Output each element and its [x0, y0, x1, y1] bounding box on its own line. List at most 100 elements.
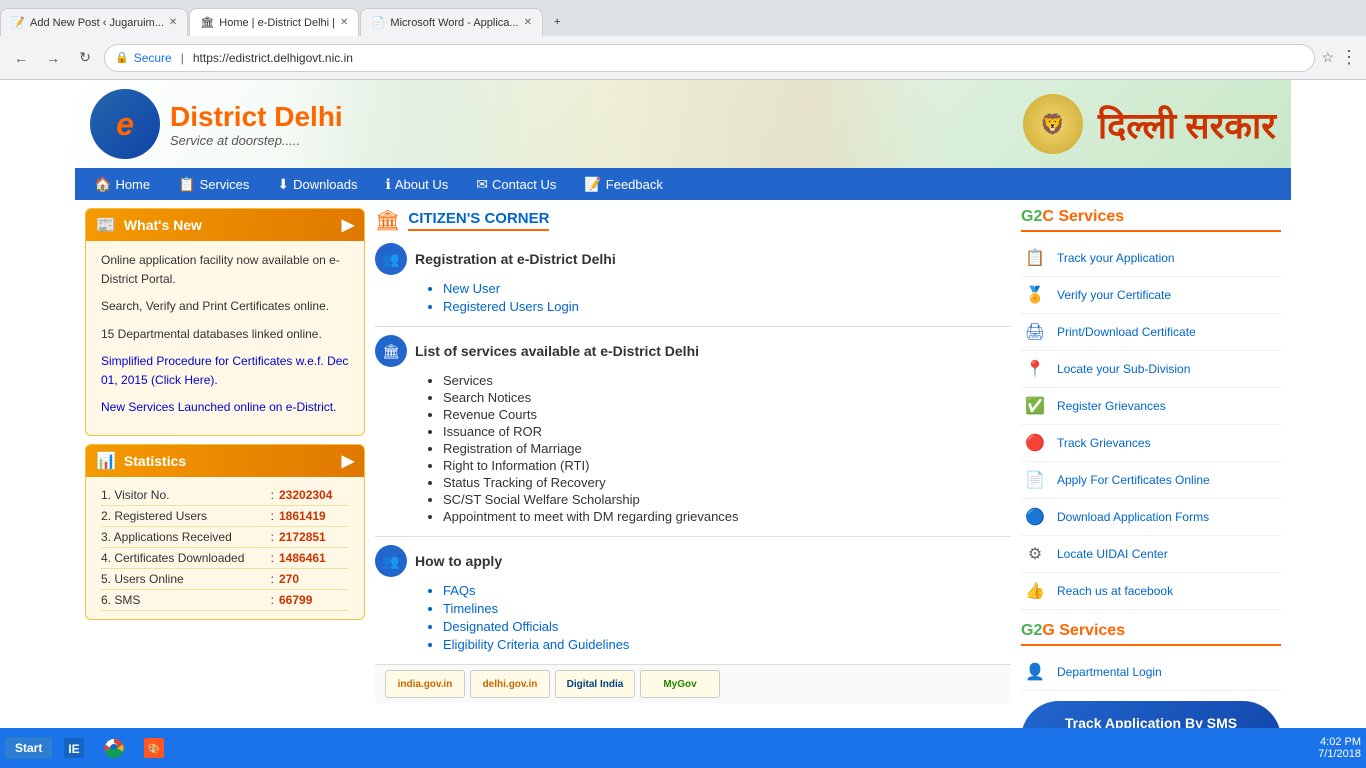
service-link-8[interactable]: SC/ST Social Welfare Scholarship [443, 492, 1011, 507]
tab-favicon-edistrict: 🏛 [200, 16, 214, 30]
g2c-download-forms[interactable]: 🔵 Download Application Forms [1021, 499, 1281, 536]
service-link-1[interactable]: Services [443, 373, 1011, 388]
taskbar-chrome[interactable] [96, 730, 132, 766]
g2c-header: G2C Services [1021, 208, 1281, 232]
header-left: e District Delhi Service at doorstep....… [90, 89, 343, 159]
stat-applications-value: 2172851 [279, 530, 349, 544]
tab-edistrict[interactable]: 🏛 Home | e-District Delhi | ✕ [189, 8, 359, 36]
service-link-4[interactable]: Issuance of ROR [443, 424, 1011, 439]
tab-new[interactable]: + [544, 8, 584, 36]
secure-label: Secure [134, 51, 172, 65]
citizens-corner-icon: 🏛 [375, 208, 400, 233]
tab-favicon-jugaruim: 📝 [11, 16, 25, 30]
whats-new-content: Online application facility now availabl… [86, 241, 364, 435]
timelines-link[interactable]: Timelines [443, 601, 1011, 616]
service-link-9[interactable]: Appointment to meet with DM regarding gr… [443, 509, 1011, 524]
services-list-section: 🏛 List of services available at e-Distri… [375, 335, 1011, 524]
india-gov-logo[interactable]: india.gov.in [385, 670, 465, 698]
tab-word[interactable]: 📄 Microsoft Word - Applica... ✕ [360, 8, 543, 36]
statistics-arrow[interactable]: ▶ [342, 451, 354, 471]
designated-officials-link[interactable]: Designated Officials [443, 619, 1011, 634]
nav-feedback[interactable]: 📝 Feedback [570, 168, 677, 200]
divider-1 [375, 326, 1011, 327]
new-user-link[interactable]: New User [443, 281, 1011, 296]
nav-contact[interactable]: ✉ Contact Us [462, 168, 570, 200]
registered-users-link[interactable]: Registered Users Login [443, 299, 1011, 314]
g2c-print-certificate[interactable]: 🖨 Print/Download Certificate [1021, 314, 1281, 351]
g2c-apply-certificates[interactable]: 📄 Apply For Certificates Online [1021, 462, 1281, 499]
registration-icon: 👥 [375, 243, 407, 275]
back-button[interactable]: ← [8, 45, 34, 71]
site-name: District Delhi [170, 101, 343, 133]
eligibility-link[interactable]: Eligibility Criteria and Guidelines [443, 637, 1011, 652]
taskbar-explorer[interactable]: IE [56, 730, 92, 766]
taskbar-paint[interactable]: 🎨 [136, 730, 172, 766]
service-link-3[interactable]: Revenue Courts [443, 407, 1011, 422]
taskbar: Start IE 🎨 4:02 PM 7/1/2018 [0, 728, 1366, 768]
stat-online: 5. Users Online : 270 [101, 569, 349, 590]
service-link-5[interactable]: Registration of Marriage [443, 441, 1011, 456]
service-link-6[interactable]: Right to Information (RTI) [443, 458, 1011, 473]
header-bg [275, 80, 941, 168]
stat-registered: 2. Registered Users : 1861419 [101, 506, 349, 527]
whats-new-item-5[interactable]: New Services Launched online on e-Distri… [101, 398, 349, 417]
browser-toolbar: ← → ↻ 🔒 Secure | https://edistrict.delhi… [0, 36, 1366, 80]
service-link-2[interactable]: Search Notices [443, 390, 1011, 405]
explorer-icon: IE [64, 738, 84, 758]
g2c-verify-certificate[interactable]: 🏅 Verify your Certificate [1021, 277, 1281, 314]
sms-tracking-box: Track Application By SMS Send EDISTDL <S… [1021, 701, 1281, 728]
g2c-locate-uidai[interactable]: ⚙ Locate UIDAI Center [1021, 536, 1281, 573]
main-content: 📰 What's New ▶ Online application facili… [75, 200, 1291, 728]
browser-chrome: 📝 Add New Post ‹ Jugaruim... ✕ 🏛 Home | … [0, 0, 1366, 80]
print-certificate-icon: 🖨 [1021, 318, 1049, 346]
service-link-7[interactable]: Status Tracking of Recovery [443, 475, 1011, 490]
mygov-logo[interactable]: MyGov [640, 670, 720, 698]
g2g-departmental-login[interactable]: 👤 Departmental Login [1021, 654, 1281, 691]
right-panel: G2C Services 📋 Track your Application 🏅 … [1021, 208, 1281, 720]
tab-close-jugaruim[interactable]: ✕ [169, 17, 177, 28]
website: e District Delhi Service at doorstep....… [75, 80, 1291, 728]
center-panel: 🏛 CITIZEN'S CORNER 👥 Registration at e-D… [375, 208, 1011, 720]
forward-button[interactable]: → [40, 45, 66, 71]
whats-new-item-2: Search, Verify and Print Certificates on… [101, 297, 349, 316]
tab-close-edistrict[interactable]: ✕ [340, 17, 348, 28]
menu-button[interactable]: ⋮ [1340, 47, 1358, 68]
facebook-label: Reach us at facebook [1057, 584, 1173, 598]
about-icon: ℹ [385, 176, 390, 193]
g2c-track-grievances[interactable]: 🔴 Track Grievances [1021, 425, 1281, 462]
bookmark-button[interactable]: ☆ [1321, 49, 1334, 66]
statistics-panel: 📊 Statistics ▶ 1. Visitor No. : 23202304… [85, 444, 365, 620]
svg-text:🎨: 🎨 [148, 742, 160, 755]
tab-jugaruim[interactable]: 📝 Add New Post ‹ Jugaruim... ✕ [0, 8, 188, 36]
faq-link[interactable]: FAQs [443, 583, 1011, 598]
nav-about[interactable]: ℹ About Us [371, 168, 462, 200]
whats-new-item-4[interactable]: Simplified Procedure for Certificates w.… [101, 352, 349, 390]
citizens-corner-title: CITIZEN'S CORNER [408, 210, 549, 231]
address-bar[interactable]: 🔒 Secure | https://edistrict.delhigovt.n… [104, 44, 1315, 72]
nav-services[interactable]: 📋 Services [164, 168, 263, 200]
start-button[interactable]: Start [5, 737, 52, 759]
refresh-button[interactable]: ↻ [72, 45, 98, 71]
g2c-locate-subdivision[interactable]: 📍 Locate your Sub-Division [1021, 351, 1281, 388]
feedback-icon: 📝 [584, 176, 601, 193]
g2c-register-grievances[interactable]: ✅ Register Grievances [1021, 388, 1281, 425]
downloads-icon: ⬇ [277, 176, 289, 193]
nav-home[interactable]: 🏠 Home [80, 168, 164, 200]
how-to-apply-section: 👥 How to apply FAQs Timelines Designated… [375, 545, 1011, 652]
whats-new-icon: 📰 [96, 215, 116, 235]
g2g-label-services: Services [1059, 622, 1125, 639]
g2c-facebook[interactable]: 👍 Reach us at facebook [1021, 573, 1281, 610]
delhi-gov-logo[interactable]: delhi.gov.in [470, 670, 550, 698]
g2c-track-application[interactable]: 📋 Track your Application [1021, 240, 1281, 277]
digital-india-logo[interactable]: Digital India [555, 670, 635, 698]
divider-2 [375, 536, 1011, 537]
facebook-icon: 👍 [1021, 577, 1049, 605]
tab-close-word[interactable]: ✕ [524, 17, 532, 28]
how-to-apply-title-row: 👥 How to apply [375, 545, 1011, 577]
stat-online-value: 270 [279, 572, 349, 586]
whats-new-arrow[interactable]: ▶ [342, 215, 354, 235]
track-application-icon: 📋 [1021, 244, 1049, 272]
nav-downloads[interactable]: ⬇ Downloads [263, 168, 371, 200]
whats-new-panel: 📰 What's New ▶ Online application facili… [85, 208, 365, 436]
tab-favicon-word: 📄 [371, 16, 385, 30]
